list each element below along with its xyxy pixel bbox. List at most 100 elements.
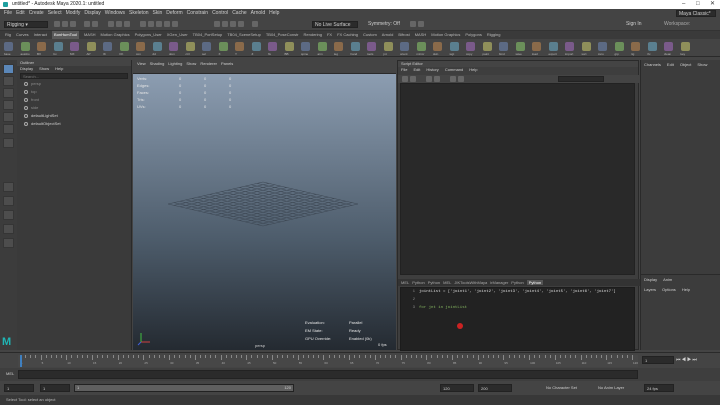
outliner-menu-item[interactable]: Show <box>39 66 49 71</box>
select-object-icon[interactable] <box>116 21 122 27</box>
shelf-tab[interactable]: Rig <box>5 31 11 39</box>
snap-grid-icon[interactable] <box>140 21 146 27</box>
persp-graph-layout-icon[interactable] <box>3 224 14 234</box>
snap-surface-icon[interactable] <box>172 21 178 27</box>
sign-in-button[interactable]: Sign In <box>624 21 658 28</box>
script-editor-menu-item[interactable]: History <box>426 67 438 72</box>
shelf-tab[interactable]: Interact <box>34 31 47 39</box>
shelf-tool-icon[interactable] <box>581 42 591 51</box>
script-tab[interactable]: JIKToolsWithMaya <box>454 280 487 285</box>
shelf-tool-icon[interactable] <box>169 42 178 51</box>
shelf-tool-icon[interactable] <box>70 42 79 51</box>
shelf-tool-icon[interactable] <box>350 42 360 51</box>
workspace-dropdown[interactable]: Maya Classic* <box>676 10 716 17</box>
single-view-layout-icon[interactable] <box>3 182 14 192</box>
shelf-tab[interactable]: Polygons <box>465 31 481 39</box>
shelf-tab[interactable]: TB04_SceneSetup <box>227 31 261 39</box>
shelf-tool-icon[interactable] <box>268 42 277 51</box>
reflection-icon[interactable] <box>418 21 424 27</box>
channel-box-menu-item[interactable]: Object <box>680 62 692 67</box>
live-surface-field[interactable]: No Live Surface <box>312 21 358 28</box>
rotate-tool-icon[interactable] <box>3 112 14 122</box>
shelf-tool-icon[interactable] <box>317 42 327 51</box>
menu-item-modify[interactable]: Modify <box>66 9 81 18</box>
menu-item-help[interactable]: Help <box>269 9 279 18</box>
script-search-field[interactable] <box>558 76 604 82</box>
shelf-tool-icon[interactable] <box>680 42 690 51</box>
menu-item-control[interactable]: Control <box>212 9 228 18</box>
shelf-tool-icon[interactable] <box>433 42 442 51</box>
channel-box-menu-item[interactable]: Channels <box>644 62 661 67</box>
viewport-menu-renderer[interactable]: Renderer <box>200 61 217 66</box>
script-tab[interactable]: lrManager <box>490 280 508 285</box>
lasso-tool-icon[interactable] <box>3 76 14 86</box>
script-history-output[interactable] <box>400 83 635 275</box>
shelf-tool-icon[interactable] <box>235 42 244 51</box>
outliner-menu-item[interactable]: Help <box>55 66 63 71</box>
viewport-scene[interactable]: Verts: 0 0 0 Edges: 0 0 0 Faces: 0 0 0 Tris: 0 0 0 UVs: 0… <box>133 74 396 350</box>
viewport-menu-panels[interactable]: Panels <box>221 61 233 66</box>
viewport-menu-view[interactable]: View <box>137 61 146 66</box>
execute-selected-icon[interactable] <box>458 76 464 82</box>
shelf-tab[interactable]: MASH <box>84 31 96 39</box>
redo-icon[interactable] <box>92 21 98 27</box>
shelf-tab[interactable]: Motion Graphics <box>101 31 130 39</box>
outliner-item-top[interactable]: top <box>17 88 131 96</box>
layer-tab[interactable]: Display <box>644 277 657 282</box>
shelf-tool-icon[interactable] <box>86 42 96 51</box>
layer-menu-item[interactable]: Layers <box>644 287 656 292</box>
scale-tool-icon[interactable] <box>3 124 14 134</box>
menu-item-windows[interactable]: Windows <box>105 9 125 18</box>
menu-item-skeleton[interactable]: Skeleton <box>129 9 148 18</box>
character-set-dropdown[interactable]: No Character Set <box>544 384 592 392</box>
shelf-tool-icon[interactable] <box>103 42 112 51</box>
shelf-tool-icon[interactable] <box>598 42 607 51</box>
shelf-tab[interactable]: TB04_PortSetup <box>193 31 223 39</box>
shelf-tab[interactable]: Polygons_User <box>135 31 162 39</box>
shelf-tab[interactable]: BonHumTool <box>52 31 79 39</box>
menu-item-arnold[interactable]: Arnold <box>251 9 265 18</box>
shelf-tab[interactable]: MASH <box>415 31 427 39</box>
outliner-search-input[interactable]: Search... <box>20 73 128 79</box>
render-icon[interactable] <box>214 21 220 27</box>
shelf-tool-icon[interactable] <box>664 42 673 51</box>
shelf-tool-icon[interactable] <box>152 42 162 51</box>
paint-select-tool-icon[interactable] <box>3 88 14 98</box>
menu-item-file[interactable]: File <box>4 9 12 18</box>
outliner-item-front[interactable]: front <box>17 96 131 104</box>
shelf-tool-icon[interactable] <box>532 42 541 51</box>
playback-start-field[interactable]: 1 <box>40 384 70 392</box>
shelf-tab[interactable]: XGen_User <box>167 31 188 39</box>
script-tab[interactable]: MEL <box>401 280 409 285</box>
range-bar[interactable]: 1 120 <box>74 384 294 392</box>
open-scene-icon[interactable] <box>62 21 68 27</box>
channel-box-menu-item[interactable]: Show <box>697 62 707 67</box>
shelf-tool-icon[interactable] <box>202 42 211 51</box>
minimize-icon[interactable]: – <box>682 0 685 9</box>
outliner-item-side[interactable]: side <box>17 104 131 112</box>
shelf-tool-icon[interactable] <box>185 42 195 51</box>
clear-history-icon[interactable] <box>426 76 432 82</box>
time-slider[interactable]: 1510152025303540455055606570758085909510… <box>0 352 720 368</box>
outliner-layout-icon[interactable] <box>3 238 14 248</box>
script-tab[interactable]: Python <box>428 280 440 285</box>
shelf-tool-icon[interactable] <box>499 42 508 51</box>
time-ruler[interactable]: 1510152025303540455055606570758085909510… <box>18 355 638 367</box>
script-tab[interactable]: MEL <box>443 280 451 285</box>
shelf-tool-icon[interactable] <box>631 42 640 51</box>
shelf-tool-icon[interactable] <box>416 42 426 51</box>
shelf-tab[interactable]: TB04_PoseConstr <box>266 31 299 39</box>
command-input[interactable] <box>18 370 638 379</box>
script-editor-menu-item[interactable]: File <box>401 67 407 72</box>
shelf-tool-icon[interactable] <box>334 42 343 51</box>
menu-item-select[interactable]: Select <box>48 9 62 18</box>
menu-set-dropdown[interactable]: Rigging ▾ <box>4 21 48 28</box>
open-script-icon[interactable] <box>402 76 408 82</box>
new-scene-icon[interactable] <box>54 21 60 27</box>
viewport-menu-show[interactable]: Show <box>186 61 196 66</box>
shelf-tool-icon[interactable] <box>20 42 30 51</box>
persp-outliner-layout-icon[interactable] <box>3 210 14 220</box>
shelf-tool-icon[interactable] <box>367 42 376 51</box>
viewport-menu-lighting[interactable]: Lighting <box>168 61 182 66</box>
lock-icon[interactable] <box>252 21 258 27</box>
